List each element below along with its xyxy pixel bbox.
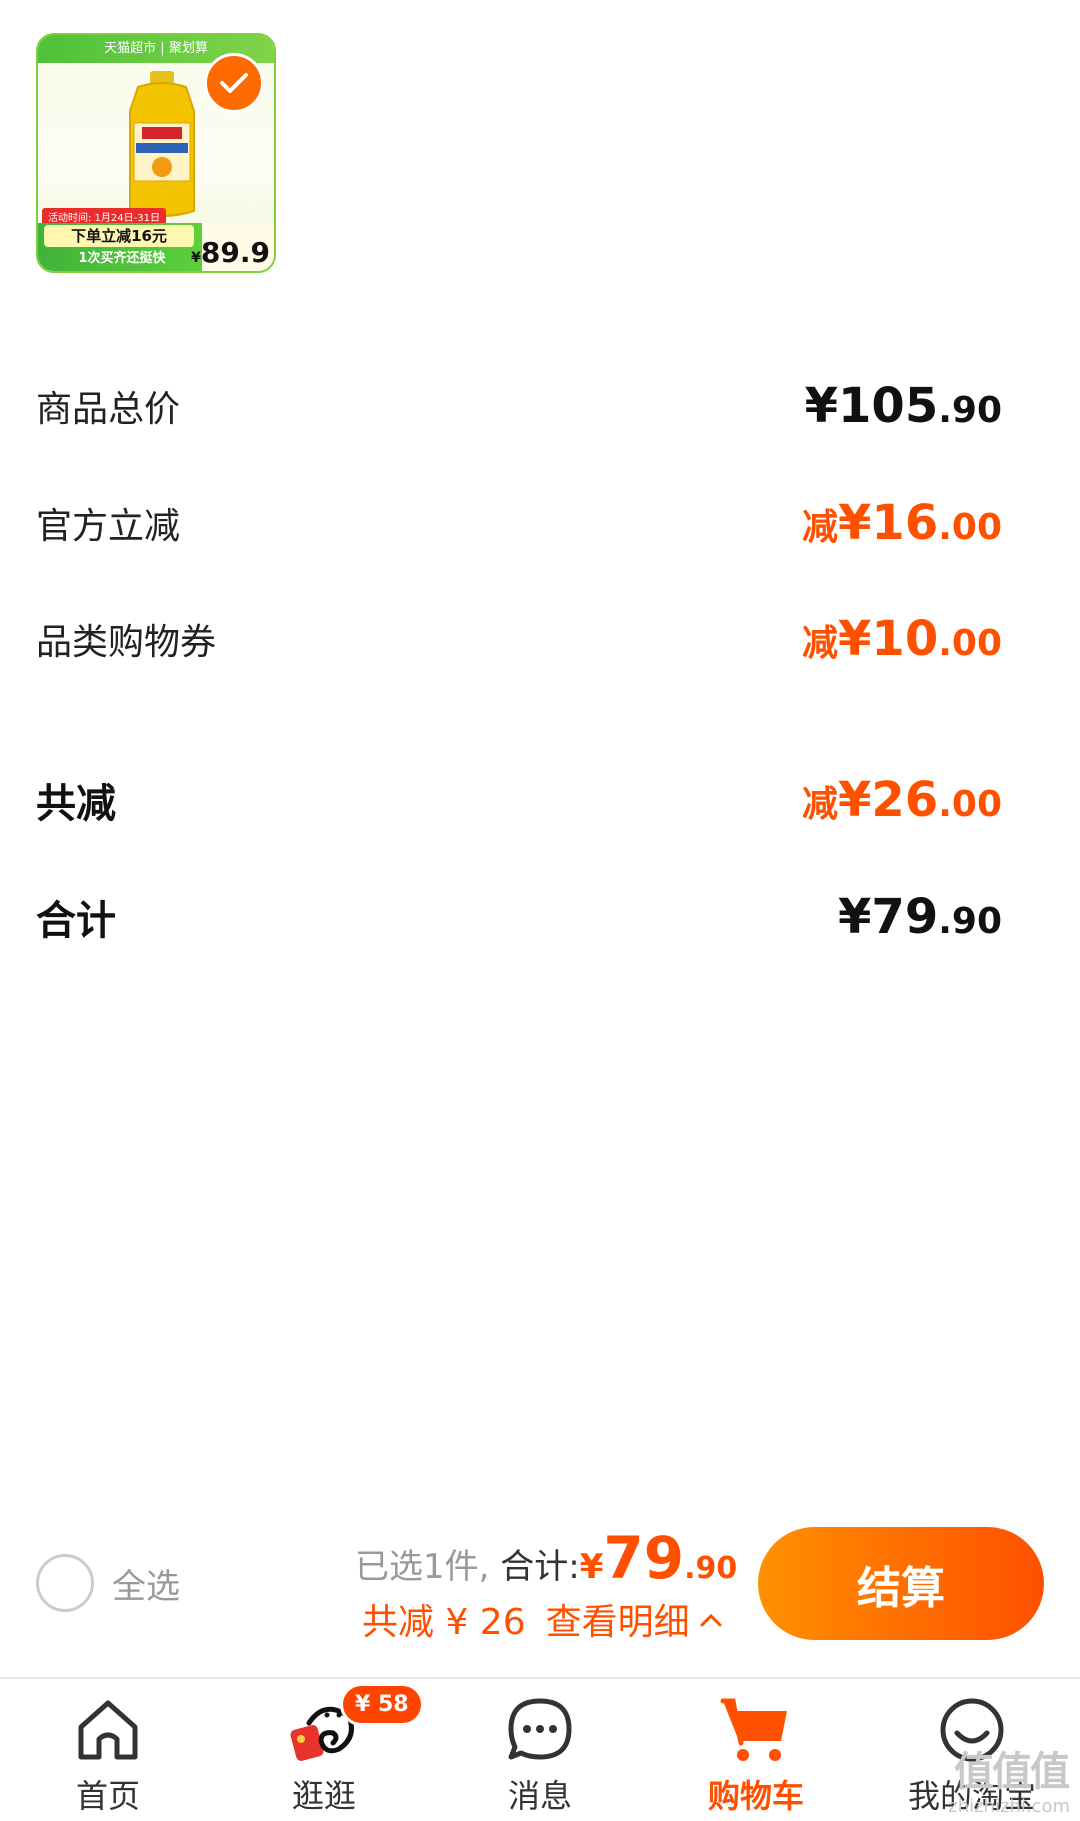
tab-profile[interactable]: 我的淘宝 值值值 zhizhizhi.com: [864, 1679, 1080, 1821]
watermark-logo: 值值值: [954, 1749, 1070, 1795]
total-discount-label: 共减: [36, 781, 116, 827]
chevron-up-icon: [700, 1604, 722, 1634]
bottom-tab-bar: 首页 逛逛 ¥ 58 消息 购物车 我的淘宝 值值值 zhizhizhi.com: [0, 1677, 1080, 1821]
subtotal-label: 商品总价: [36, 389, 181, 430]
product-thumbnail[interactable]: 天猫超市 | 聚划算 活动时间: 1月24日-31日 下单立减16元 1次买齐还…: [36, 33, 276, 273]
promo-discount-text: 下单立减16元: [44, 225, 194, 247]
coupon-label: 品类购物券: [36, 622, 217, 663]
coupon-row: 品类购物券 减¥10.00: [36, 611, 1002, 667]
select-all-label: 全选: [112, 1566, 180, 1607]
tab-home-label: 首页: [75, 1777, 140, 1815]
summary-total-label: 合计:: [500, 1547, 580, 1587]
subtotal-row: 商品总价 ¥105.90: [36, 378, 1002, 434]
official-discount-row: 官方立减 减¥16.00: [36, 495, 1002, 551]
tab-messages[interactable]: 消息: [432, 1679, 648, 1821]
tab-home[interactable]: 首页: [0, 1679, 216, 1821]
official-discount-label: 官方立减: [36, 506, 181, 547]
tab-cart-label: 购物车: [707, 1777, 804, 1815]
select-all-control[interactable]: 全选: [36, 1554, 180, 1612]
browse-reward-badge: ¥ 58: [340, 1683, 424, 1726]
grand-total-row: 合计 ¥79.90: [36, 888, 1002, 946]
tab-browse[interactable]: 逛逛 ¥ 58: [216, 1679, 432, 1821]
tab-messages-label: 消息: [507, 1777, 572, 1815]
total-discount-row: 共减 减¥26.00: [36, 771, 1002, 829]
home-icon: [71, 1693, 145, 1767]
summary-total-amount: ¥79.90: [579, 1524, 738, 1592]
selected-check-icon[interactable]: [204, 53, 264, 113]
view-details-link[interactable]: 查看明细: [546, 1593, 690, 1645]
select-all-radio[interactable]: [36, 1554, 94, 1612]
subtotal-amount: ¥105.90: [804, 378, 1002, 434]
checkout-button[interactable]: 结算: [758, 1527, 1044, 1640]
summary-discount-text: 共减 ¥ 26: [362, 1602, 526, 1643]
total-discount-amount: 减¥26.00: [802, 772, 1002, 828]
selected-count: 已选1件,: [355, 1547, 490, 1587]
oil-bottle-image: [129, 71, 195, 217]
tab-cart[interactable]: 购物车: [648, 1679, 864, 1821]
promo-slogan-text: 1次买齐还挺快: [78, 251, 166, 266]
discount-detail-toggle[interactable]: 共减 ¥ 26 查看明细: [362, 1593, 722, 1645]
promo-price: ¥89.9: [191, 236, 270, 269]
grand-total-label: 合计: [36, 898, 116, 944]
selection-summary: 已选1件, 合计:¥79.90: [355, 1524, 737, 1592]
tab-browse-label: 逛逛: [291, 1777, 356, 1815]
official-discount-amount: 减¥16.00: [802, 495, 1002, 551]
watermark-text: zhizhizhi.com: [948, 1796, 1070, 1817]
message-icon: [503, 1693, 577, 1767]
coupon-amount: 减¥10.00: [802, 611, 1002, 667]
cart-icon: [719, 1693, 793, 1767]
grand-total-amount: ¥79.90: [838, 889, 1002, 945]
